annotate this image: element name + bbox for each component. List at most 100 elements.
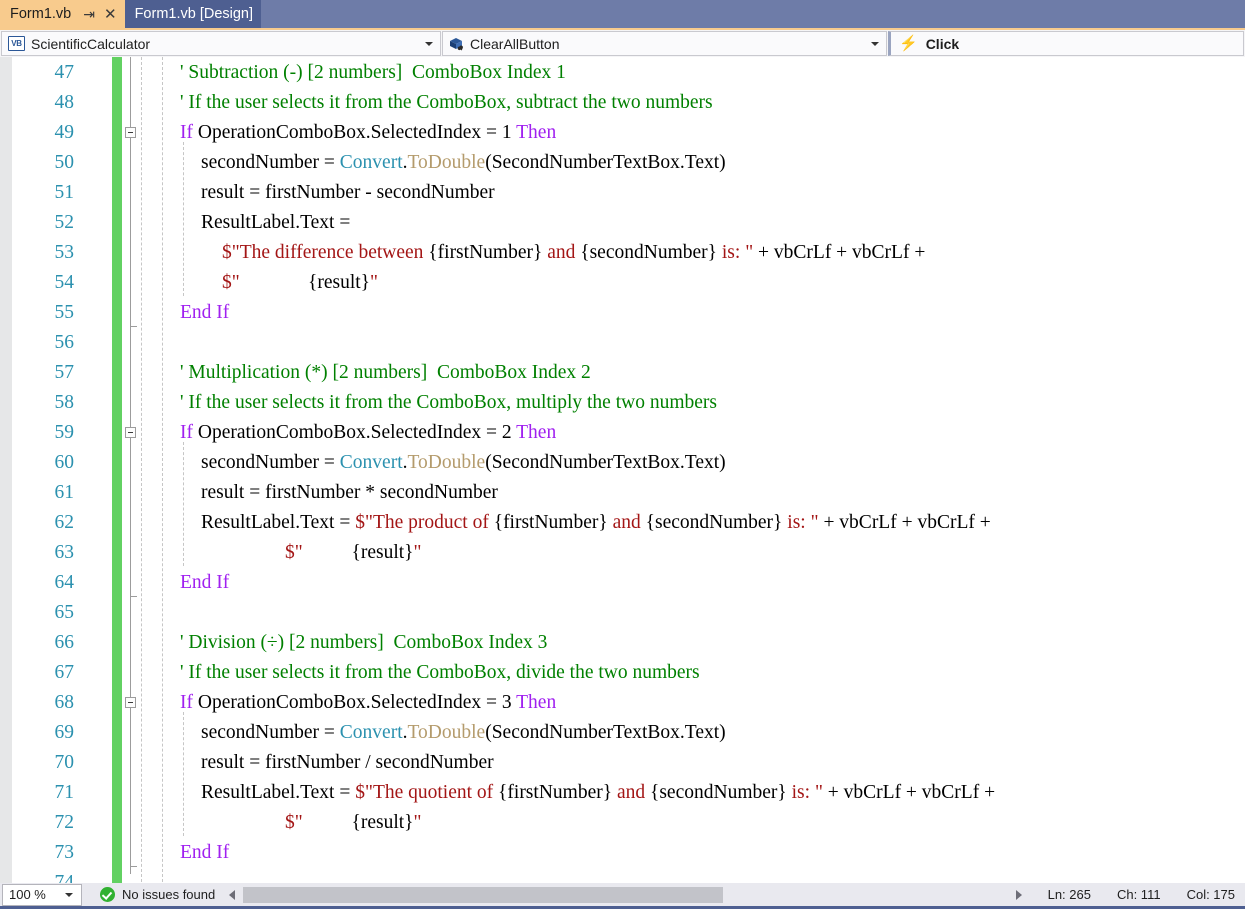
code-line[interactable]: result = firstNumber / secondNumber: [0, 748, 1245, 778]
vb-module-icon: VB: [8, 36, 25, 51]
code-token: secondNumber =: [201, 452, 340, 473]
code-token: Convert: [339, 722, 403, 743]
code-line[interactable]: $" {result}": [0, 808, 1245, 838]
code-token: ResultLabel.Text =: [201, 782, 356, 803]
code-line-text: ResultLabel.Text = $"The product of {fir…: [201, 508, 991, 538]
code-line[interactable]: secondNumber = Convert.ToDouble(SecondNu…: [0, 148, 1245, 178]
code-line[interactable]: [0, 328, 1245, 358]
code-line[interactable]: secondNumber = Convert.ToDouble(SecondNu…: [0, 718, 1245, 748]
code-token: $"The difference between: [222, 242, 429, 263]
code-token: OperationComboBox.SelectedIndex = 3: [197, 692, 517, 713]
code-line-text: ' Division (÷) [2 numbers] ComboBox Inde…: [180, 628, 547, 658]
code-token: ": [413, 542, 422, 563]
code-token: + vbCrLf + vbCrLf +: [753, 242, 926, 263]
code-token: {secondNumber}: [649, 782, 787, 803]
close-icon[interactable]: ✕: [104, 7, 117, 22]
tab-label: Form1.vb [Design]: [134, 5, 254, 22]
code-line[interactable]: If OperationComboBox.SelectedIndex = 2 T…: [0, 418, 1245, 448]
code-line-text: ' If the user selects it from the ComboB…: [180, 658, 700, 688]
pin-icon[interactable]: ⇥: [83, 6, 95, 23]
code-token: {secondNumber}: [580, 242, 718, 263]
event-lightning-icon: ⚡: [899, 35, 918, 52]
issues-status-label: No issues found: [122, 887, 216, 902]
code-token: $": [222, 272, 240, 293]
code-line[interactable]: result = firstNumber * secondNumber: [0, 478, 1245, 508]
code-token: OperationComboBox.SelectedIndex = 1: [197, 122, 517, 143]
code-line[interactable]: ' Division (÷) [2 numbers] ComboBox Inde…: [0, 628, 1245, 658]
type-dropdown[interactable]: VB ScientificCalculator: [1, 31, 441, 56]
code-line-text: ' If the user selects it from the ComboB…: [180, 88, 713, 118]
code-token: ' Subtraction (-) [2 numbers] ComboBox I…: [180, 62, 566, 83]
code-token: ' If the user selects it from the ComboB…: [180, 392, 717, 413]
code-line[interactable]: $"The difference between {firstNumber} a…: [0, 238, 1245, 268]
triangle-left-icon[interactable]: [229, 889, 236, 900]
code-line-text: ResultLabel.Text = $"The quotient of {fi…: [201, 778, 995, 808]
code-token: Convert: [339, 152, 403, 173]
chevron-down-icon[interactable]: [425, 41, 433, 46]
code-token: End If: [180, 572, 230, 593]
type-dropdown-value: ScientificCalculator: [31, 35, 151, 52]
code-line[interactable]: End If: [0, 838, 1245, 868]
code-token: OperationComboBox.SelectedIndex = 2: [197, 422, 517, 443]
indent-guide-level-3: [183, 142, 184, 296]
code-line-text: End If: [180, 838, 229, 868]
code-line[interactable]: [0, 868, 1245, 883]
document-tab-strip: Form1.vb ⇥ ✕ Form1.vb [Design]: [0, 0, 1245, 28]
code-line[interactable]: ResultLabel.Text = $"The product of {fir…: [0, 508, 1245, 538]
code-token: {result}: [302, 812, 414, 833]
issues-status[interactable]: No issues found: [100, 887, 215, 902]
code-token: ' If the user selects it from the ComboB…: [180, 92, 713, 113]
code-line-text: result = firstNumber / secondNumber: [201, 748, 494, 778]
code-token: and: [612, 782, 650, 803]
code-line[interactable]: End If: [0, 298, 1245, 328]
code-line[interactable]: If OperationComboBox.SelectedIndex = 3 T…: [0, 688, 1245, 718]
scrollbar-track[interactable]: [243, 886, 1008, 903]
code-token: ": [413, 812, 422, 833]
tab-form1-vb-design[interactable]: Form1.vb [Design]: [124, 0, 262, 28]
code-line[interactable]: ' If the user selects it from the ComboB…: [0, 88, 1245, 118]
code-line-text: End If: [180, 298, 229, 328]
chevron-down-icon[interactable]: [871, 41, 879, 46]
code-line[interactable]: ResultLabel.Text = $"The quotient of {fi…: [0, 778, 1245, 808]
tab-label: Form1.vb: [10, 5, 72, 22]
code-token: ' Multiplication (*) [2 numbers] ComboBo…: [180, 362, 591, 383]
code-token: If: [180, 122, 198, 143]
code-token: ' Division (÷) [2 numbers] ComboBox Inde…: [180, 632, 548, 653]
code-line[interactable]: End If: [0, 568, 1245, 598]
code-line[interactable]: $" {result}": [0, 538, 1245, 568]
code-line[interactable]: ' Multiplication (*) [2 numbers] ComboBo…: [0, 358, 1245, 388]
code-line[interactable]: [0, 598, 1245, 628]
code-line[interactable]: ' If the user selects it from the ComboB…: [0, 388, 1245, 418]
code-line[interactable]: If OperationComboBox.SelectedIndex = 1 T…: [0, 118, 1245, 148]
code-line[interactable]: ' If the user selects it from the ComboB…: [0, 658, 1245, 688]
code-line-text: secondNumber = Convert.ToDouble(SecondNu…: [201, 448, 726, 478]
scrollbar-thumb[interactable]: [243, 886, 724, 903]
code-line[interactable]: secondNumber = Convert.ToDouble(SecondNu…: [0, 448, 1245, 478]
visual-studio-editor-window: Form1.vb ⇥ ✕ Form1.vb [Design] VB Scient…: [0, 0, 1245, 909]
code-line-text: result = firstNumber - secondNumber: [201, 178, 495, 208]
code-line-text: If OperationComboBox.SelectedIndex = 3 T…: [180, 688, 556, 718]
code-line-text: $" {result}": [285, 538, 421, 568]
chevron-down-icon[interactable]: [65, 892, 73, 897]
code-text-area[interactable]: 47 ' Subtraction (-) [2 numbers] ComboBox…: [0, 57, 1245, 883]
code-line-text: End If: [180, 568, 229, 598]
code-token: If: [180, 422, 198, 443]
code-token: + vbCrLf + vbCrLf +: [818, 512, 991, 533]
member-dropdown-value: ClearAllButton: [470, 35, 560, 52]
code-token: ' If the user selects it from the ComboB…: [180, 662, 700, 683]
code-line-text: If OperationComboBox.SelectedIndex = 2 T…: [180, 418, 556, 448]
code-line[interactable]: ' Subtraction (-) [2 numbers] ComboBox I…: [0, 58, 1245, 88]
code-token: result = firstNumber - secondNumber: [201, 182, 495, 203]
code-line[interactable]: $" {result}": [0, 268, 1245, 298]
triangle-right-icon[interactable]: [1015, 889, 1022, 900]
code-token: {firstNumber}: [493, 512, 608, 533]
zoom-level-selector[interactable]: 100 %: [2, 883, 82, 906]
event-dropdown[interactable]: ⚡ Click: [888, 31, 1244, 56]
code-line[interactable]: ResultLabel.Text =: [0, 208, 1245, 238]
member-dropdown[interactable]: ClearAllButton: [442, 31, 887, 56]
code-token: End If: [180, 302, 230, 323]
horizontal-scrollbar[interactable]: [229, 884, 1022, 905]
tab-form1-vb[interactable]: Form1.vb ⇥ ✕: [0, 0, 125, 28]
code-editor-surface[interactable]: 47 ' Subtraction (-) [2 numbers] ComboBox…: [0, 57, 1245, 883]
code-line[interactable]: result = firstNumber - secondNumber: [0, 178, 1245, 208]
